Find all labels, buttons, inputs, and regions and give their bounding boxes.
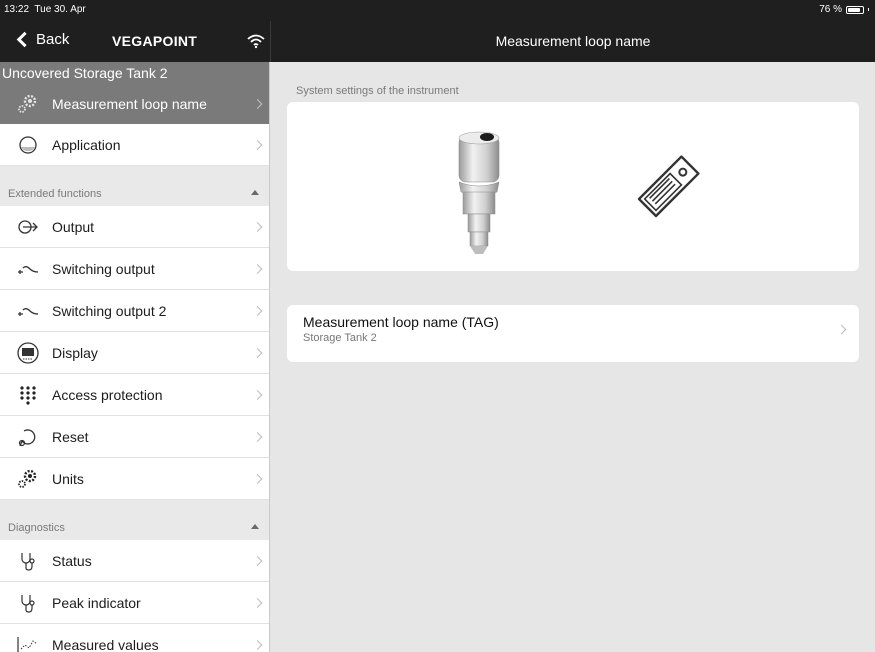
chevron-right-icon xyxy=(252,305,263,316)
sidebar-item-label: Output xyxy=(52,218,95,235)
switch-icon xyxy=(17,300,39,322)
output-arrow-icon xyxy=(17,216,39,238)
sidebar-item-label: Reset xyxy=(52,428,89,445)
chevron-right-icon xyxy=(252,473,263,484)
chart-icon xyxy=(17,634,39,652)
instrument-card xyxy=(287,102,859,271)
status-time-date: 13:22 Tue 30. Apr xyxy=(4,4,86,15)
sidebar-item-output[interactable]: Output xyxy=(0,206,269,248)
battery-icon xyxy=(846,5,864,14)
stethoscope-icon xyxy=(17,550,39,572)
back-button[interactable]: Back xyxy=(16,31,69,48)
section-extended-functions[interactable]: Extended functions xyxy=(0,166,269,206)
battery-percent: 76 % xyxy=(819,4,842,15)
device-name: Uncovered Storage Tank 2 xyxy=(0,62,269,84)
chevron-right-icon xyxy=(252,555,263,566)
page-title: Measurement loop name xyxy=(495,33,651,49)
sidebar-item-reset[interactable]: Reset xyxy=(0,416,269,458)
chevron-right-icon xyxy=(836,324,847,335)
sidebar-item-application[interactable]: Application xyxy=(0,124,269,166)
main-header: Measurement loop name xyxy=(270,21,875,62)
status-bar: 13:22 Tue 30. Apr 76 % xyxy=(0,0,875,21)
sidebar-item-label: Access protection xyxy=(52,386,163,403)
tag-setting-row[interactable]: Measurement loop name (TAG) Storage Tank… xyxy=(287,305,859,362)
switch-icon xyxy=(17,258,39,280)
collapse-triangle-icon xyxy=(251,524,259,529)
sidebar-item-switching-output[interactable]: Switching output xyxy=(0,248,269,290)
sidebar-navbar: Back VEGAPOINT xyxy=(0,21,270,62)
battery-cap xyxy=(868,8,869,11)
sidebar-item-peak-indicator[interactable]: Peak indicator xyxy=(0,582,269,624)
chevron-right-icon xyxy=(252,389,263,400)
sidebar-item-label: Switching output 2 xyxy=(52,302,167,319)
app-title: VEGAPOINT xyxy=(112,33,198,49)
sidebar-item-measurement-loop-name[interactable]: Measurement loop name xyxy=(0,84,269,124)
section-diagnostics[interactable]: Diagnostics xyxy=(0,500,269,540)
chevron-right-icon xyxy=(252,347,263,358)
tag-icon xyxy=(637,155,700,218)
sidebar-item-access-protection[interactable]: Access protection xyxy=(0,374,269,416)
section-label: Diagnostics xyxy=(8,522,65,534)
sidebar-item-label: Switching output xyxy=(52,260,155,277)
main-content: System settings of the instrument Measur… xyxy=(271,62,875,652)
chevron-right-icon xyxy=(252,139,263,150)
setting-value: Storage Tank 2 xyxy=(303,332,377,344)
sensor-device-image xyxy=(458,131,500,254)
sidebar-item-label: Application xyxy=(52,136,121,153)
collapse-triangle-icon xyxy=(251,190,259,195)
back-label: Back xyxy=(36,31,70,48)
wifi-icon xyxy=(247,34,265,49)
gears-icon xyxy=(17,468,39,490)
sidebar-item-label: Peak indicator xyxy=(52,594,141,611)
sidebar-item-display[interactable]: Display xyxy=(0,332,269,374)
chevron-right-icon xyxy=(252,221,263,232)
chevron-right-icon xyxy=(252,597,263,608)
sidebar-item-status[interactable]: Status xyxy=(0,540,269,582)
sidebar-item-label: Measured values xyxy=(52,636,159,652)
section-label: Extended functions xyxy=(8,188,102,200)
chevron-right-icon xyxy=(252,639,263,650)
section-caption: System settings of the instrument xyxy=(296,85,459,97)
gears-icon xyxy=(17,93,39,115)
display-icon xyxy=(17,341,39,364)
status-time: 13:22 xyxy=(4,4,30,15)
chevron-right-icon xyxy=(252,263,263,274)
sidebar-item-label: Measurement loop name xyxy=(52,96,207,112)
sidebar-item-units[interactable]: Units xyxy=(0,458,269,500)
chevron-right-icon xyxy=(252,431,263,442)
status-right: 76 % xyxy=(819,4,869,15)
setting-title: Measurement loop name (TAG) xyxy=(303,314,499,330)
keypad-icon xyxy=(17,384,39,406)
sidebar-item-switching-output-2[interactable]: Switching output 2 xyxy=(0,290,269,332)
chevron-right-icon xyxy=(252,99,263,109)
sidebar-item-label: Status xyxy=(52,552,92,569)
sidebar-item-label: Units xyxy=(52,470,84,487)
reset-icon xyxy=(17,426,39,448)
status-date: Tue 30. Apr xyxy=(34,4,86,15)
sidebar-item-measured-values[interactable]: Measured values xyxy=(0,624,269,652)
stethoscope-icon xyxy=(17,592,39,614)
sidebar: Uncovered Storage Tank 2 Measurement loo… xyxy=(0,62,270,652)
tank-icon xyxy=(17,134,39,156)
chevron-left-icon xyxy=(16,31,33,48)
sidebar-item-label: Display xyxy=(52,344,98,361)
